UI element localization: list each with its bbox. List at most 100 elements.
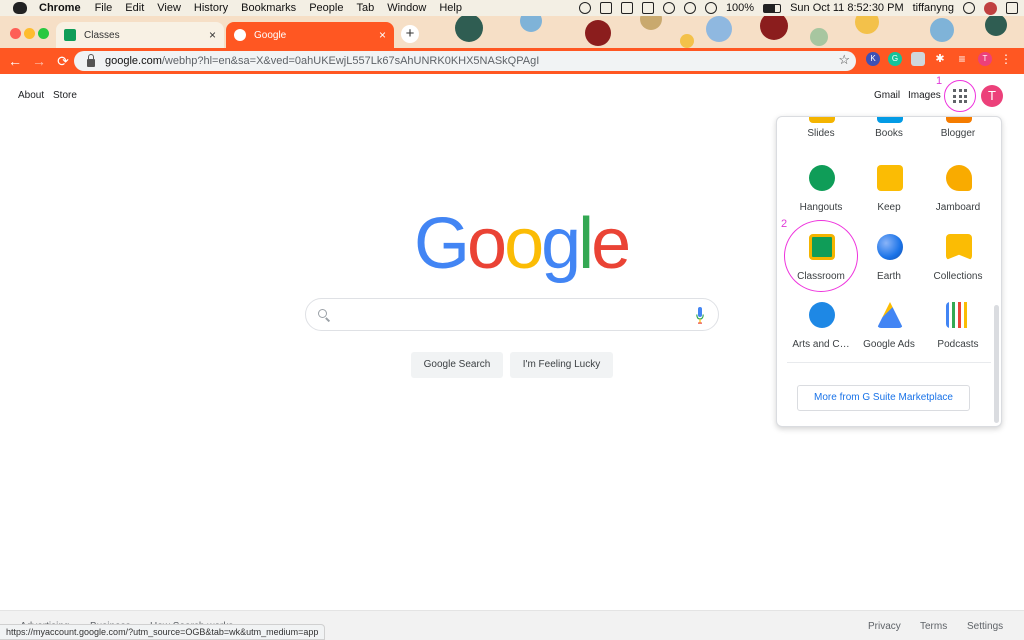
classroom-favicon-icon bbox=[64, 29, 76, 41]
books-icon bbox=[877, 117, 903, 123]
footer-settings-link[interactable]: Settings bbox=[967, 621, 1003, 632]
more-from-marketplace-button[interactable]: More from G Suite Marketplace bbox=[797, 385, 970, 411]
menu-window[interactable]: Window bbox=[387, 2, 426, 14]
footer-privacy-link[interactable]: Privacy bbox=[868, 621, 901, 632]
theme-dot bbox=[706, 16, 732, 42]
menu-bookmarks[interactable]: Bookmarks bbox=[241, 2, 296, 14]
tab-close-icon[interactable]: × bbox=[379, 29, 386, 41]
window-zoom-button[interactable] bbox=[38, 28, 49, 39]
menu-view[interactable]: View bbox=[157, 2, 181, 14]
tab-classes[interactable]: Classes × bbox=[56, 22, 224, 48]
app-books[interactable]: Books bbox=[854, 117, 924, 171]
bluetooth-icon[interactable] bbox=[683, 2, 696, 14]
notification-center-icon[interactable] bbox=[1006, 2, 1018, 14]
app-label: Earth bbox=[877, 271, 901, 282]
app-jamboard[interactable]: Jamboard bbox=[923, 165, 993, 225]
zoom-icon[interactable] bbox=[599, 2, 612, 14]
slides-icon bbox=[809, 117, 835, 123]
app-label: Keep bbox=[877, 202, 901, 213]
address-bar[interactable]: google.com/webhp?hl=en&sa=X&ved=0ahUKEwj… bbox=[74, 51, 856, 71]
feeling-lucky-button[interactable]: I'm Feeling Lucky bbox=[510, 352, 613, 378]
airplay-icon[interactable] bbox=[620, 2, 633, 14]
extensions-puzzle-icon[interactable]: ✱ bbox=[933, 52, 947, 66]
annotation-circle-classroom bbox=[784, 220, 858, 292]
app-label: Hangouts bbox=[799, 202, 843, 213]
back-icon[interactable]: ← bbox=[6, 52, 24, 70]
extension-k-icon[interactable]: K bbox=[866, 52, 880, 66]
logo-letter: l bbox=[578, 204, 594, 284]
record-icon[interactable] bbox=[578, 2, 591, 14]
jamboard-icon bbox=[946, 165, 972, 191]
gmail-link[interactable]: Gmail bbox=[874, 90, 900, 101]
google-favicon-icon bbox=[234, 29, 246, 41]
extension-page-icon[interactable] bbox=[911, 52, 925, 66]
app-keep[interactable]: Keep bbox=[854, 165, 924, 225]
app-arts-and-culture[interactable]: Arts and C… bbox=[786, 302, 856, 362]
annotation-circle-apps bbox=[944, 80, 976, 112]
keep-icon bbox=[877, 165, 903, 191]
google-search-button[interactable]: Google Search bbox=[411, 352, 503, 378]
theme-dot bbox=[760, 16, 788, 40]
app-label: Books bbox=[875, 128, 903, 139]
microphone-icon[interactable] bbox=[696, 307, 704, 324]
google-ads-icon bbox=[877, 302, 903, 328]
images-link[interactable]: Images bbox=[908, 90, 941, 101]
earth-icon bbox=[877, 234, 903, 260]
arts-and-culture-icon bbox=[809, 302, 835, 328]
annotation-step-2: 2 bbox=[781, 218, 788, 230]
bookmark-star-icon[interactable]: ☆ bbox=[838, 52, 850, 68]
app-hangouts[interactable]: Hangouts bbox=[786, 165, 856, 225]
app-label: Blogger bbox=[940, 128, 976, 139]
theme-dot bbox=[930, 18, 954, 42]
window-close-button[interactable] bbox=[10, 28, 21, 39]
app-collections[interactable]: Collections bbox=[923, 234, 993, 294]
menu-file[interactable]: File bbox=[95, 2, 113, 14]
menu-tab[interactable]: Tab bbox=[356, 2, 374, 14]
battery-icon[interactable] bbox=[763, 3, 782, 13]
extension-grammarly-icon[interactable]: G bbox=[888, 52, 902, 66]
menu-icon[interactable]: ⋮ bbox=[999, 52, 1013, 66]
menu-app-name[interactable]: Chrome bbox=[39, 2, 81, 14]
menu-help[interactable]: Help bbox=[439, 2, 462, 14]
tab-close-icon[interactable]: × bbox=[209, 29, 216, 41]
profile-icon[interactable]: T bbox=[978, 52, 992, 66]
app-slides[interactable]: Slides bbox=[786, 117, 856, 171]
panel-scrollbar[interactable] bbox=[994, 305, 999, 423]
reload-icon[interactable]: ⟳ bbox=[54, 52, 72, 70]
window-minimize-button[interactable] bbox=[24, 28, 35, 39]
menu-edit[interactable]: Edit bbox=[125, 2, 144, 14]
apple-logo-icon[interactable] bbox=[13, 2, 27, 14]
menu-user-name[interactable]: tiffanyng bbox=[913, 2, 954, 14]
menu-people[interactable]: People bbox=[309, 2, 343, 14]
app-google-ads[interactable]: Google Ads bbox=[854, 302, 924, 362]
reading-list-icon[interactable]: ≡ bbox=[955, 52, 969, 66]
app-blogger[interactable]: Blogger bbox=[923, 117, 993, 171]
lock-icon[interactable] bbox=[87, 54, 95, 67]
search-input[interactable] bbox=[305, 298, 719, 331]
app-earth[interactable]: Earth bbox=[854, 234, 924, 294]
theme-dot bbox=[855, 16, 879, 34]
forward-icon[interactable]: → bbox=[30, 52, 48, 70]
tab-strip: Classes × Google × + bbox=[0, 16, 1024, 48]
spotlight-icon[interactable] bbox=[963, 2, 975, 14]
time-machine-icon[interactable] bbox=[662, 2, 675, 14]
siri-icon[interactable] bbox=[984, 1, 997, 15]
panel-divider bbox=[787, 362, 991, 363]
menu-clock[interactable]: Sun Oct 11 8:52:30 PM bbox=[790, 2, 904, 14]
theme-dot bbox=[640, 16, 662, 30]
google-logo: Google bbox=[414, 204, 631, 284]
logo-letter: e bbox=[591, 204, 631, 284]
theme-dot bbox=[810, 28, 828, 46]
wifi-icon[interactable] bbox=[704, 2, 717, 14]
menu-history[interactable]: History bbox=[194, 2, 228, 14]
theme-dot bbox=[520, 16, 542, 32]
about-link[interactable]: About bbox=[18, 90, 44, 101]
tab-google[interactable]: Google × bbox=[226, 22, 394, 48]
account-avatar[interactable]: T bbox=[981, 85, 1003, 107]
app-podcasts[interactable]: Podcasts bbox=[923, 302, 993, 362]
footer-terms-link[interactable]: Terms bbox=[920, 621, 947, 632]
url-host: google.com bbox=[105, 55, 162, 67]
store-link[interactable]: Store bbox=[53, 90, 77, 101]
screen-icon[interactable] bbox=[641, 2, 654, 14]
new-tab-button[interactable]: + bbox=[401, 25, 419, 43]
